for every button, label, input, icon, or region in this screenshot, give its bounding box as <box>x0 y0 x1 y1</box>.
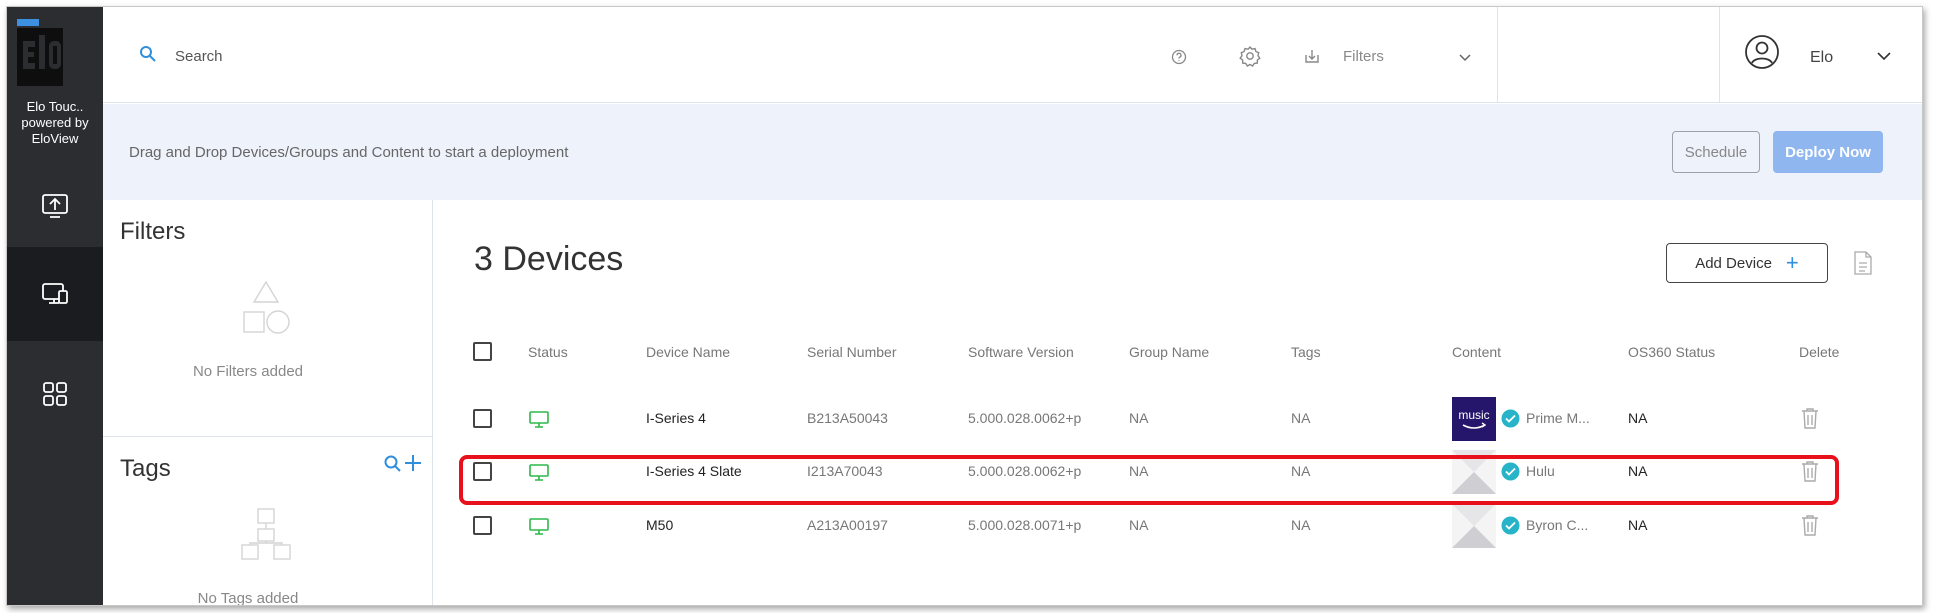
monitor-online-icon <box>529 411 549 428</box>
svg-text:music: music <box>1458 408 1489 422</box>
filters-dropdown-label[interactable]: Filters <box>1343 48 1384 65</box>
left-nav: Elo Touc.. powered by EloView <box>7 7 103 605</box>
amazon-music-thumbnail: music <box>1452 397 1496 441</box>
user-name[interactable]: Elo <box>1810 49 1833 67</box>
brand-text: Elo Touc.. powered by EloView <box>21 99 89 146</box>
software-version: 5.000.028.0062+p <box>968 410 1082 426</box>
column-header-tags[interactable]: Tags <box>1291 344 1321 360</box>
os360-status: NA <box>1628 410 1648 426</box>
os360-status: NA <box>1628 463 1648 479</box>
row-checkbox[interactable] <box>473 462 492 481</box>
devices-count-title: 3 Devices <box>474 240 624 278</box>
add-device-label: Add Device <box>1695 254 1772 272</box>
serial-number: I213A70043 <box>807 463 883 479</box>
group-name: NA <box>1129 517 1149 533</box>
tag-search-icon[interactable] <box>383 454 403 474</box>
deployment-bar: Drag and Drop Devices/Groups and Content… <box>103 104 1922 200</box>
table-row[interactable]: M50 A213A00197 5.000.028.0071+p NA NA By… <box>434 497 1922 553</box>
row-checkbox[interactable] <box>473 409 492 428</box>
apps-grid-icon <box>43 382 67 406</box>
column-header-group-name[interactable]: Group Name <box>1129 344 1209 360</box>
serial-number: B213A50043 <box>807 410 888 426</box>
row-checkbox[interactable] <box>473 516 492 535</box>
check-circle-icon <box>1501 462 1520 481</box>
filters-tags-panel: Filters No Filters added Tags No Tags ad… <box>103 200 433 606</box>
chevron-down-icon[interactable] <box>1457 49 1473 65</box>
device-name[interactable]: M50 <box>646 517 673 533</box>
user-avatar-icon[interactable] <box>1744 34 1780 70</box>
shapes-icon <box>243 280 290 334</box>
nav-item-upload[interactable] <box>7 159 103 253</box>
column-header-device-name[interactable]: Device Name <box>646 344 730 360</box>
header-divider <box>1497 7 1498 103</box>
placeholder-thumbnail <box>1452 504 1496 548</box>
content-name[interactable]: Prime M... <box>1526 410 1590 426</box>
header-divider <box>1719 7 1720 103</box>
select-all-checkbox[interactable] <box>473 342 492 361</box>
tags-title: Tags <box>120 455 171 482</box>
export-icon[interactable] <box>1303 47 1321 65</box>
upload-icon <box>42 194 68 218</box>
tags-value: NA <box>1291 410 1311 426</box>
content-name[interactable]: Hulu <box>1526 463 1555 479</box>
filters-title: Filters <box>120 218 186 245</box>
tags-value: NA <box>1291 517 1311 533</box>
column-header-status[interactable]: Status <box>528 344 568 360</box>
table-row[interactable]: I-Series 4 Slate I213A70043 5.000.028.00… <box>434 443 1922 499</box>
column-header-software-version[interactable]: Software Version <box>968 344 1074 360</box>
devices-icon <box>42 283 68 304</box>
document-icon[interactable] <box>1852 250 1874 276</box>
check-circle-icon <box>1501 409 1520 428</box>
add-tag-icon[interactable] <box>403 453 423 473</box>
monitor-online-icon <box>529 464 549 481</box>
column-header-os360-status[interactable]: OS360 Status <box>1628 344 1715 360</box>
hierarchy-icon <box>241 508 291 560</box>
nav-item-apps[interactable] <box>7 347 103 441</box>
trash-icon[interactable] <box>1799 459 1821 483</box>
gear-icon[interactable] <box>1239 45 1261 67</box>
add-device-button[interactable]: Add Device + <box>1666 243 1828 283</box>
software-version: 5.000.028.0062+p <box>968 463 1082 479</box>
placeholder-thumbnail <box>1452 450 1496 494</box>
search-input[interactable] <box>175 43 975 69</box>
software-version: 5.000.028.0071+p <box>968 517 1082 533</box>
tags-value: NA <box>1291 463 1311 479</box>
monitor-online-icon <box>529 518 549 535</box>
column-header-content[interactable]: Content <box>1452 344 1501 360</box>
group-name: NA <box>1129 463 1149 479</box>
top-header: Filters Elo <box>103 7 1922 103</box>
app-window: Elo Touc.. powered by EloView Search Fil… <box>6 6 1923 606</box>
trash-icon[interactable] <box>1799 513 1821 537</box>
schedule-button[interactable]: Schedule <box>1672 131 1760 173</box>
tags-empty-text: No Tags added <box>197 590 299 606</box>
device-name[interactable]: I-Series 4 <box>646 410 706 426</box>
content-name[interactable]: Byron C... <box>1526 517 1588 533</box>
filters-empty-text: No Filters added <box>192 363 304 380</box>
os360-status: NA <box>1628 517 1648 533</box>
plus-icon: + <box>1785 250 1799 275</box>
help-icon[interactable] <box>1171 49 1187 65</box>
trash-icon[interactable] <box>1799 406 1821 430</box>
table-row[interactable]: I-Series 4 B213A50043 5.000.028.0062+p N… <box>434 390 1922 446</box>
deployment-hint: Drag and Drop Devices/Groups and Content… <box>129 144 569 161</box>
column-header-delete: Delete <box>1799 344 1840 360</box>
search-icon <box>140 46 156 62</box>
elo-logo <box>17 19 63 86</box>
devices-main: 3 Devices Add Device + Status Device Nam… <box>434 200 1922 605</box>
check-circle-icon <box>1501 516 1520 535</box>
nav-item-devices[interactable] <box>7 247 103 341</box>
serial-number: A213A00197 <box>807 517 888 533</box>
column-header-serial-number[interactable]: Serial Number <box>807 344 896 360</box>
panel-divider <box>103 436 433 437</box>
device-name[interactable]: I-Series 4 Slate <box>646 463 742 479</box>
group-name: NA <box>1129 410 1149 426</box>
deploy-now-button[interactable]: Deploy Now <box>1773 131 1883 173</box>
chevron-down-icon[interactable] <box>1875 47 1893 65</box>
